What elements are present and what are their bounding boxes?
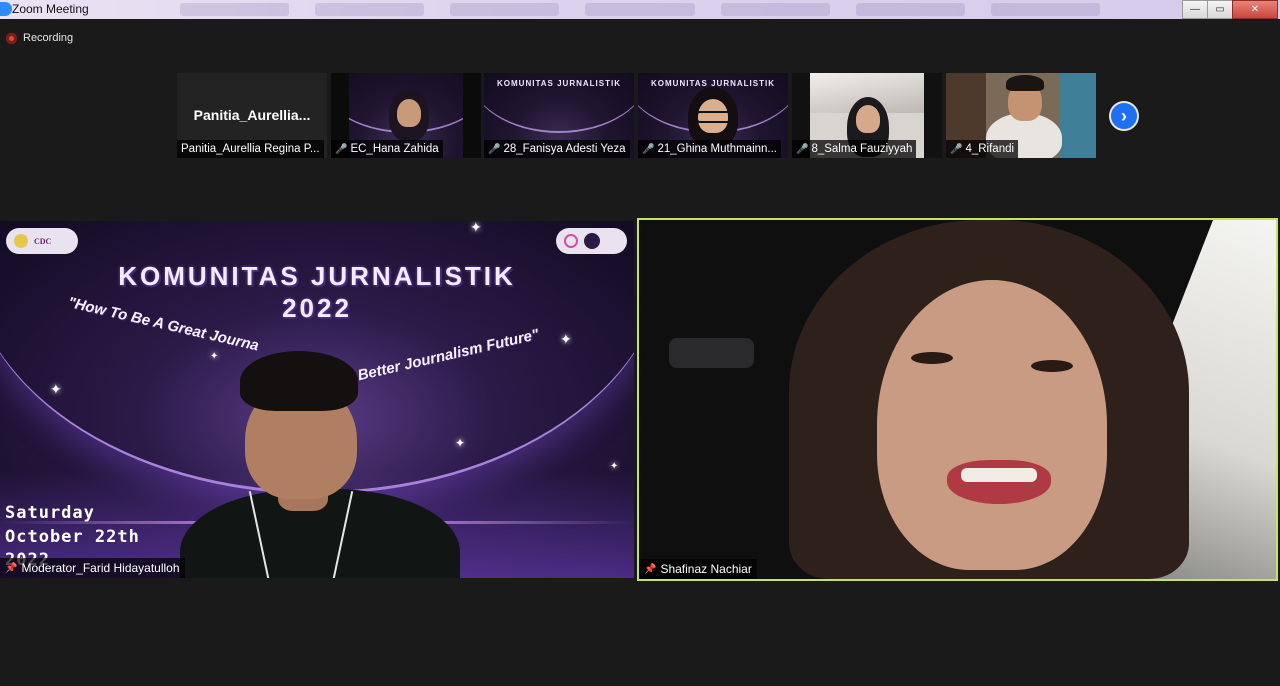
record-icon	[6, 32, 17, 44]
participant-name-tag: Panitia_Aurellia Regina P...	[177, 140, 324, 158]
sparkle-icon: ✦	[210, 351, 219, 362]
window-titlebar: Zoom Meeting — ▭ ✕	[0, 0, 1280, 19]
pin-icon: 📌	[5, 562, 18, 574]
participant-name: Shafinaz Nachiar	[660, 562, 752, 576]
chevron-right-icon: ›	[1121, 105, 1127, 126]
glasses-shape	[696, 111, 734, 123]
participant-name-tag: 🎤 21_Ghina Muthmainn...	[638, 140, 781, 158]
mic-muted-icon: 🎤	[796, 143, 809, 155]
participant-thumbnail[interactable]: KOMUNITAS JURNALISTIK 🎤 28_Fanisya Adest…	[484, 73, 634, 158]
pin-icon: 📌	[644, 563, 657, 575]
video-tile-active-speaker[interactable]: 📌 Shafinaz Nachiar	[637, 218, 1278, 581]
mic-muted-icon: 🎤	[488, 143, 501, 155]
participant-name-tag: 📌 Shafinaz Nachiar	[639, 559, 757, 579]
zoom-app-icon	[0, 2, 12, 16]
recording-indicator[interactable]: Recording	[6, 32, 73, 44]
ring-logo-icon	[564, 234, 578, 248]
participant-name: 28_Fanisya Adesti Yeza	[503, 143, 626, 155]
participant-name: Panitia_Aurellia Regina P...	[181, 143, 320, 155]
sponsor-logos	[556, 228, 627, 254]
participant-name: EC_Hana Zahida	[350, 143, 439, 155]
participant-name-tag: 🎤 8_Salma Fauziyyah	[792, 140, 917, 158]
participant-name-tag: 🎤 28_Fanisya Adesti Yeza	[484, 140, 630, 158]
close-button[interactable]: ✕	[1232, 0, 1278, 19]
participant-name-tag: 🎤 EC_Hana Zahida	[331, 140, 443, 158]
participant-name: 8_Salma Fauziyyah	[811, 143, 913, 155]
mic-muted-icon: 🎤	[335, 143, 348, 155]
participant-name: Moderator_Farid Hidayatulloh	[21, 561, 180, 575]
eye-shape	[911, 352, 953, 364]
logo-text: CDC	[34, 236, 52, 246]
mic-muted-icon: 🎤	[642, 143, 655, 155]
participant-thumbnail[interactable]: 🎤 EC_Hana Zahida	[331, 73, 481, 158]
participant-thumbnail[interactable]: KOMUNITAS JURNALISTIK 🎤 21_Ghina Muthmai…	[638, 73, 788, 158]
sparkle-icon: ✦	[560, 331, 572, 347]
participant-face	[856, 105, 880, 133]
letterbox-right	[924, 73, 942, 158]
event-date: October 22th	[5, 527, 140, 547]
participant-thumbnail[interactable]: Panitia_Aurellia... Panitia_Aurellia Reg…	[177, 73, 327, 158]
minimize-button[interactable]: —	[1182, 0, 1208, 19]
participant-avatar-name: Panitia_Aurellia...	[193, 107, 311, 123]
participant-name: 21_Ghina Muthmainn...	[657, 143, 777, 155]
video-tile-moderator[interactable]: ✦ ✦ ✦ ✦ ✦ ✦ CDC KOMUNITAS JURNALISTIK 20…	[0, 221, 634, 578]
participant-face	[397, 99, 421, 127]
circle-logo-icon	[584, 233, 600, 249]
sparkle-icon: ✦	[455, 436, 466, 450]
car-interior-handle	[669, 338, 754, 368]
sparkle-icon: ✦	[50, 381, 62, 397]
banner-title: KOMUNITAS JURNALISTIK	[118, 261, 516, 291]
next-page-button[interactable]: ›	[1109, 101, 1139, 131]
participant-face	[877, 280, 1107, 570]
window-title: Zoom Meeting	[12, 2, 89, 16]
eye-shape	[1031, 360, 1073, 372]
participant-name-tag: 🎤 4_Rifandi	[946, 140, 1019, 158]
mic-muted-icon: 🎤	[950, 143, 963, 155]
participant-thumbnail[interactable]: 🎤 4_Rifandi	[946, 73, 1096, 158]
participant-hair	[1006, 75, 1044, 91]
letterbox-right	[463, 73, 481, 158]
banner-mini-title: KOMUNITAS JURNALISTIK	[497, 79, 621, 88]
maximize-button[interactable]: ▭	[1207, 0, 1233, 19]
room-background	[1060, 73, 1096, 158]
participant-name-tag: 📌 Moderator_Farid Hidayatulloh	[0, 558, 185, 578]
recording-label: Recording	[23, 32, 74, 44]
participant-hair	[240, 351, 358, 411]
organizer-logo: CDC	[6, 228, 78, 254]
mouth-shape	[947, 460, 1051, 504]
participant-name: 4_Rifandi	[965, 143, 1015, 155]
sparkle-icon: ✦	[610, 461, 619, 472]
teeth-shape	[961, 468, 1037, 482]
sparkle-icon: ✦	[470, 221, 482, 235]
event-day: Saturday	[5, 503, 95, 523]
participant-thumbnail[interactable]: 🎤 8_Salma Fauziyyah	[792, 73, 942, 158]
background-taskbar-tabs	[180, 3, 1100, 16]
emblem-icon	[14, 234, 28, 248]
